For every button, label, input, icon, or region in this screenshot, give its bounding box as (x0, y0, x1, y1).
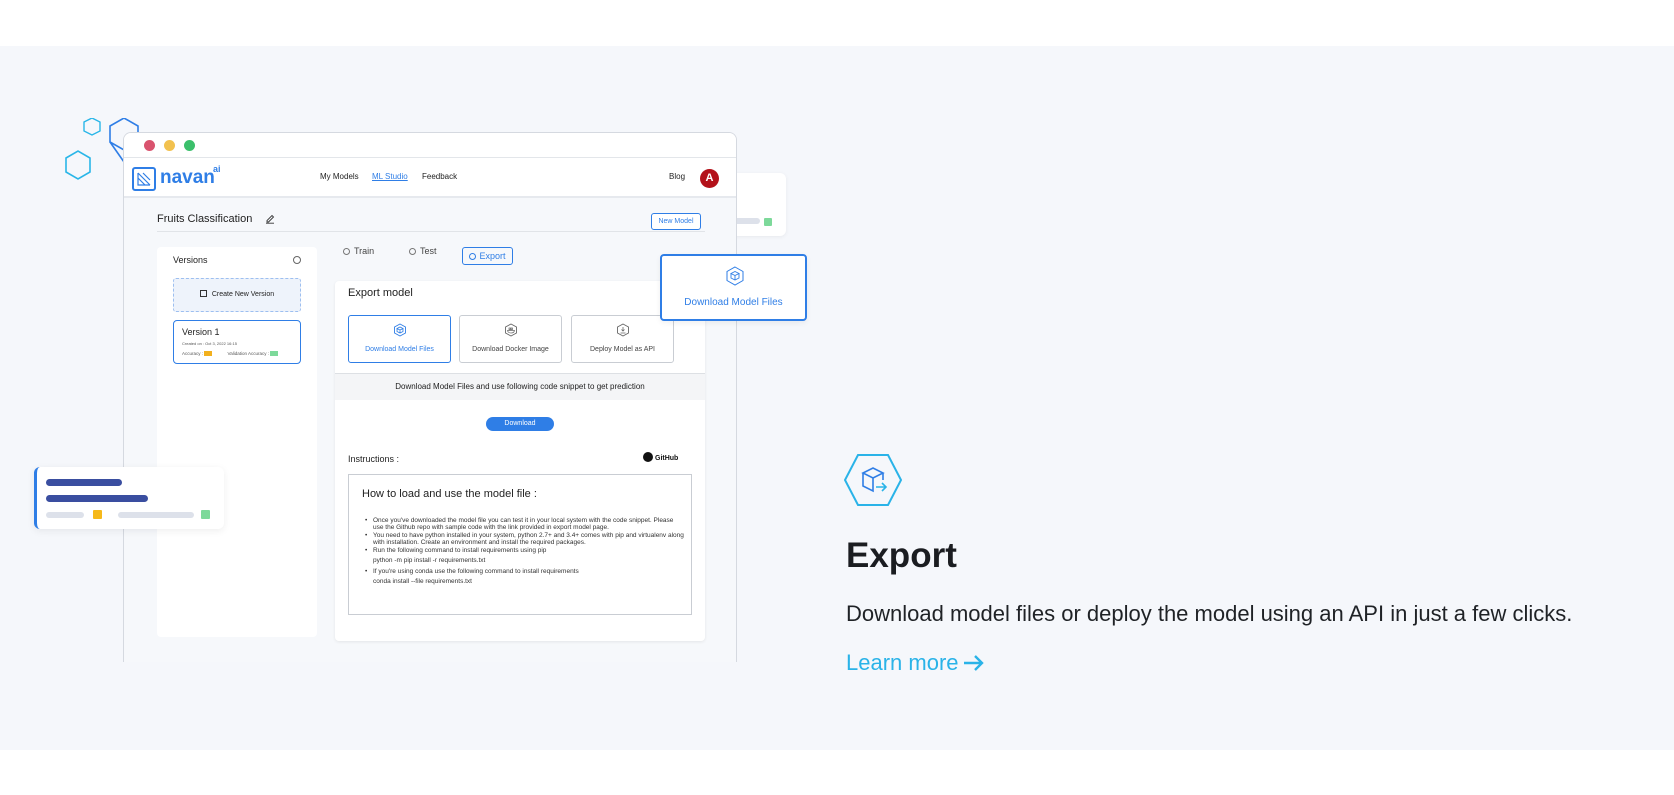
versions-panel: Versions Create New Version Version 1 Cr… (157, 247, 317, 637)
option-label: Deploy Model as API (590, 346, 655, 353)
avatar[interactable]: A (700, 169, 719, 188)
instruction-item: Run the following command to install req… (365, 547, 685, 554)
floating-list-card (34, 467, 224, 529)
github-link[interactable]: GitHub (643, 452, 678, 462)
instructions-list: Once you've downloaded the model file yo… (365, 517, 685, 589)
logo-icon (132, 167, 156, 191)
test-icon (409, 248, 416, 255)
docker-icon (505, 323, 517, 337)
box-export-icon (844, 454, 902, 506)
create-version-label: Create New Version (211, 291, 275, 298)
tab-train[interactable]: Train (343, 246, 374, 256)
info-icon[interactable] (293, 256, 301, 264)
export-panel: Export model Download Model Files Downlo… (335, 281, 705, 641)
instructions-label: Instructions : (348, 454, 400, 464)
top-navbar: navan ai My Models ML Studio Feedback Bl… (124, 158, 736, 198)
floating-download-card: Download Model Files (660, 254, 807, 321)
version-name: Version 1 (182, 327, 220, 337)
create-version-button[interactable]: Create New Version (173, 278, 301, 312)
brand-sup: ai (213, 164, 221, 174)
export-title: Export model (348, 287, 413, 299)
floating-card-label: Download Model Files (684, 297, 783, 308)
tab-export[interactable]: Export (462, 247, 513, 265)
minimize-dot (164, 140, 175, 151)
accuracy-badge (204, 351, 213, 356)
box-icon (726, 266, 744, 286)
github-icon (643, 452, 653, 462)
command-line: python -m pip install -r requirements.tx… (373, 557, 486, 564)
option-label: Download Model Files (365, 346, 434, 353)
version-accuracy-row: Accuracy : Validation Accuracy : (182, 351, 279, 356)
edit-icon[interactable] (265, 214, 275, 224)
github-label: GitHub (655, 455, 679, 462)
deploy-icon (617, 323, 629, 337)
learn-more-label: Learn more (846, 650, 959, 675)
model-title: Fruits Classification (157, 213, 253, 225)
new-model-button[interactable]: New Model (651, 213, 701, 230)
feature-title: Export (846, 536, 957, 575)
accuracy-label: Accuracy : (182, 351, 204, 356)
tab-test[interactable]: Test (409, 246, 437, 256)
versions-title: Versions (173, 255, 208, 265)
train-icon (343, 248, 350, 255)
box-icon (394, 323, 406, 337)
command-line: conda install --file requirements.txt (373, 578, 472, 585)
nav-feedback[interactable]: Feedback (422, 172, 457, 181)
instructions-box: How to load and use the model file : Onc… (348, 474, 692, 615)
nav-blog[interactable]: Blog (669, 172, 685, 181)
snippet-text: Download Model Files and use following c… (335, 374, 705, 400)
close-dot (144, 140, 155, 151)
option-download-docker-image[interactable]: Download Docker Image (459, 315, 562, 363)
arrow-right-icon (963, 655, 984, 671)
tab-test-label: Test (420, 246, 437, 256)
tab-train-label: Train (354, 246, 375, 256)
nav-ml-studio[interactable]: ML Studio (372, 172, 408, 181)
window-titlebar (124, 133, 736, 158)
brand-name[interactable]: navan (160, 167, 215, 189)
maximize-dot (184, 140, 195, 151)
download-button[interactable]: Download (486, 417, 554, 431)
instruction-item: You need to have python installed in you… (365, 532, 685, 546)
validation-accuracy-badge (270, 351, 279, 356)
validation-accuracy-label: Validation Accuracy : (227, 351, 269, 356)
learn-more-link[interactable]: Learn more (846, 650, 985, 676)
instructions-heading: How to load and use the model file : (362, 488, 537, 500)
option-download-model-files[interactable]: Download Model Files (348, 315, 451, 363)
browser-window: navan ai My Models ML Studio Feedback Bl… (123, 132, 737, 662)
nav-my-models[interactable]: My Models (320, 172, 359, 181)
title-divider (157, 231, 705, 232)
instruction-item: Once you've downloaded the model file yo… (365, 517, 685, 531)
option-label: Download Docker Image (472, 346, 549, 353)
feature-description: Download model files or deploy the model… (846, 601, 1573, 626)
option-deploy-model-api[interactable]: Deploy Model as API (571, 315, 674, 363)
tab-export-label: Export (479, 251, 506, 261)
instruction-item: If you're using conda use the following … (365, 568, 685, 575)
version-card[interactable]: Version 1 Created on : Oct 3, 2022 16:15… (173, 320, 301, 364)
version-created: Created on : Oct 3, 2022 16:15 (182, 341, 237, 346)
export-icon (469, 253, 477, 260)
plus-box-icon (199, 290, 207, 297)
